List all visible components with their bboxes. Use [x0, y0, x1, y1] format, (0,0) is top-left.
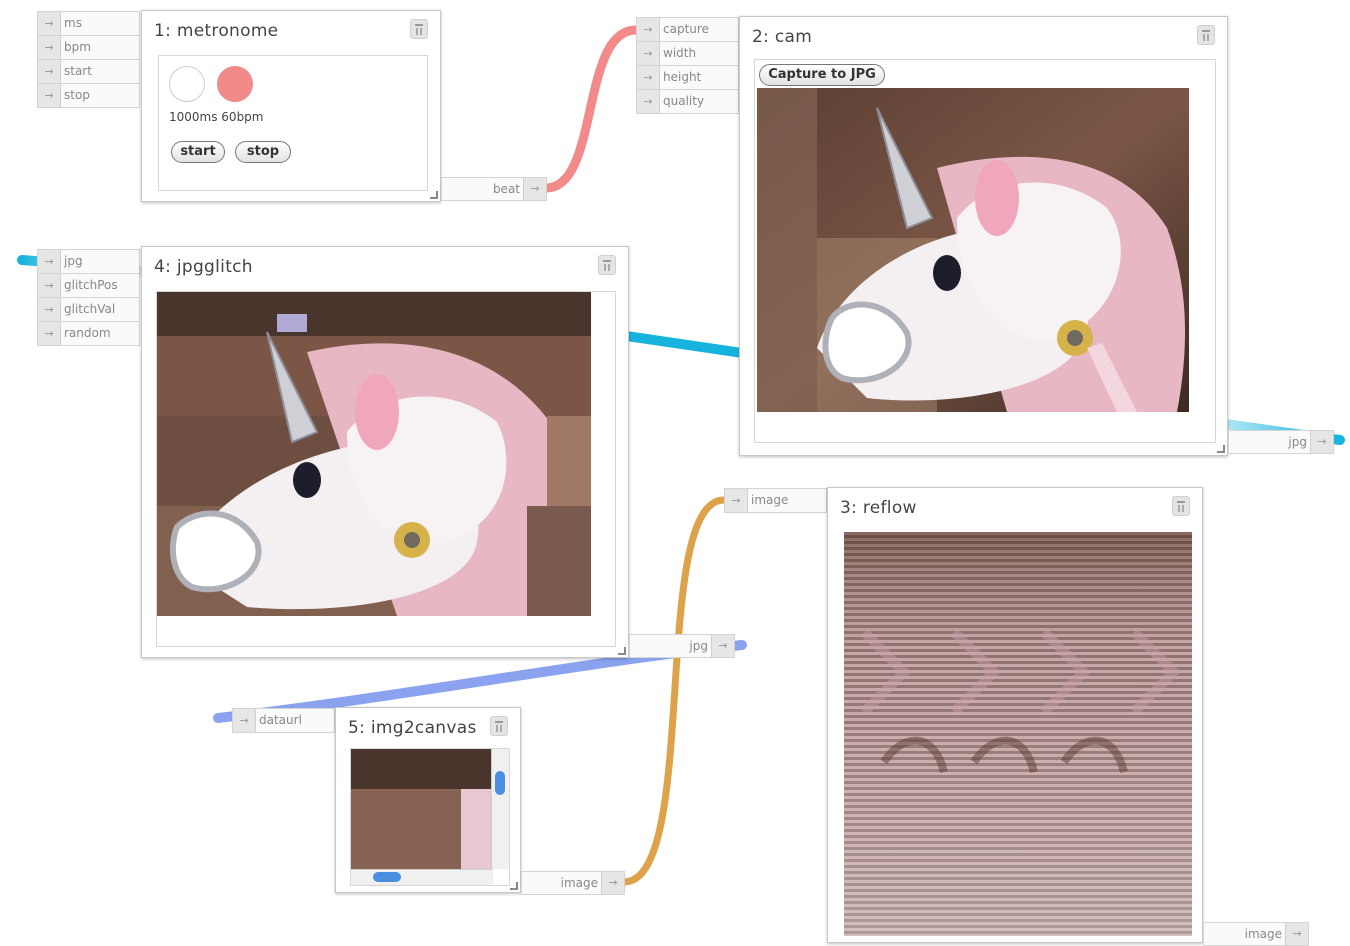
capture-jpg-button[interactable]: Capture to JPG	[759, 64, 885, 86]
port-arrow-icon: →	[1285, 923, 1308, 945]
jpgglitch-panel	[156, 291, 616, 647]
resize-handle-icon[interactable]	[618, 647, 626, 655]
resize-handle-icon[interactable]	[1217, 445, 1225, 453]
inport-stop[interactable]: → stop	[37, 83, 140, 108]
wire-beat-to-capture	[541, 25, 641, 193]
inport-bpm[interactable]: → bpm	[37, 35, 140, 60]
stop-button[interactable]: stop	[235, 141, 291, 163]
reflow-inports: → image	[724, 488, 827, 513]
port-arrow-icon: →	[38, 250, 61, 273]
inport-random[interactable]: → random	[37, 321, 140, 346]
metronome-status: 1000ms 60bpm	[169, 110, 264, 124]
glitched-image	[157, 292, 591, 616]
camera-image	[757, 88, 1189, 412]
inport-quality[interactable]: → quality	[636, 89, 739, 114]
canvas-viewport[interactable]	[350, 748, 510, 886]
metronome-inports: → ms → bpm → start → stop	[37, 11, 140, 108]
vertical-scrollbar[interactable]	[491, 749, 509, 869]
inport-jpg[interactable]: → jpg	[37, 249, 140, 274]
port-arrow-icon: →	[38, 274, 61, 297]
port-arrow-icon: →	[637, 42, 660, 65]
inport-glitchval[interactable]: → glitchVal	[37, 297, 140, 322]
port-arrow-icon: →	[523, 178, 546, 200]
img2canvas-node[interactable]: 5: img2canvas	[335, 707, 521, 893]
reflow-image	[844, 532, 1192, 936]
port-arrow-icon: →	[1310, 431, 1333, 453]
port-arrow-icon: →	[38, 12, 61, 35]
beat-indicator-off	[169, 66, 205, 102]
inport-capture[interactable]: → capture	[636, 17, 739, 42]
outport-jpg-cam[interactable]: jpg →	[1228, 430, 1334, 454]
port-arrow-icon: →	[601, 872, 624, 894]
horizontal-scrollbar[interactable]	[351, 869, 493, 885]
start-button[interactable]: start	[171, 141, 225, 163]
inport-glitchpos[interactable]: → glitchPos	[37, 273, 140, 298]
trash-icon[interactable]	[1197, 25, 1215, 45]
cam-inports: → capture → width → height → quality	[636, 17, 739, 114]
canvas-image	[351, 749, 491, 869]
port-arrow-icon: →	[725, 489, 748, 512]
port-arrow-icon: →	[637, 90, 660, 113]
inport-start[interactable]: → start	[37, 59, 140, 84]
node-title: 5: img2canvas	[348, 718, 477, 738]
inport-dataurl[interactable]: → dataurl	[232, 708, 335, 733]
resize-handle-icon[interactable]	[430, 191, 438, 199]
port-arrow-icon: →	[233, 709, 256, 732]
jpgglitch-inports: → jpg → glitchPos → glitchVal → random	[37, 249, 140, 346]
metronome-panel: 1000ms 60bpm start stop	[158, 55, 428, 191]
port-arrow-icon: →	[38, 322, 61, 345]
cam-node[interactable]: 2: cam Capture to JPG	[739, 16, 1228, 456]
node-title: 1: metronome	[154, 21, 279, 41]
outport-image-canvas[interactable]: image →	[521, 871, 625, 895]
resize-handle-icon[interactable]	[510, 882, 518, 890]
reflow-node[interactable]: 3: reflow	[827, 487, 1203, 943]
outport-jpg-glitch[interactable]: jpg →	[629, 634, 735, 658]
trash-icon[interactable]	[410, 19, 428, 39]
node-title: 3: reflow	[840, 498, 917, 518]
inport-ms[interactable]: → ms	[37, 11, 140, 36]
port-arrow-icon: →	[637, 66, 660, 89]
trash-icon[interactable]	[1172, 496, 1190, 516]
port-arrow-icon: →	[38, 298, 61, 321]
inport-width[interactable]: → width	[636, 41, 739, 66]
port-arrow-icon: →	[711, 635, 734, 657]
trash-icon[interactable]	[598, 255, 616, 275]
outport-beat[interactable]: beat →	[441, 177, 547, 201]
node-title: 2: cam	[752, 27, 813, 47]
node-title: 4: jpgglitch	[154, 257, 253, 277]
port-arrow-icon: →	[38, 36, 61, 59]
port-arrow-icon: →	[38, 60, 61, 83]
port-arrow-icon: →	[38, 84, 61, 107]
scroll-thumb-vertical[interactable]	[495, 771, 505, 795]
metronome-node[interactable]: 1: metronome 1000ms 60bpm start stop	[141, 10, 441, 202]
jpgglitch-node[interactable]: 4: jpgglitch	[141, 246, 629, 658]
trash-icon[interactable]	[490, 716, 508, 736]
cam-panel: Capture to JPG	[754, 59, 1216, 443]
img2canvas-inports: → dataurl	[232, 708, 335, 733]
wire-image-canvas-to-reflow	[620, 496, 728, 886]
inport-image-reflow[interactable]: → image	[724, 488, 827, 513]
inport-height[interactable]: → height	[636, 65, 739, 90]
scroll-thumb-horizontal[interactable]	[373, 872, 401, 882]
outport-image-reflow[interactable]: image →	[1203, 922, 1309, 946]
beat-indicator-on	[217, 66, 253, 102]
port-arrow-icon: →	[637, 18, 660, 41]
